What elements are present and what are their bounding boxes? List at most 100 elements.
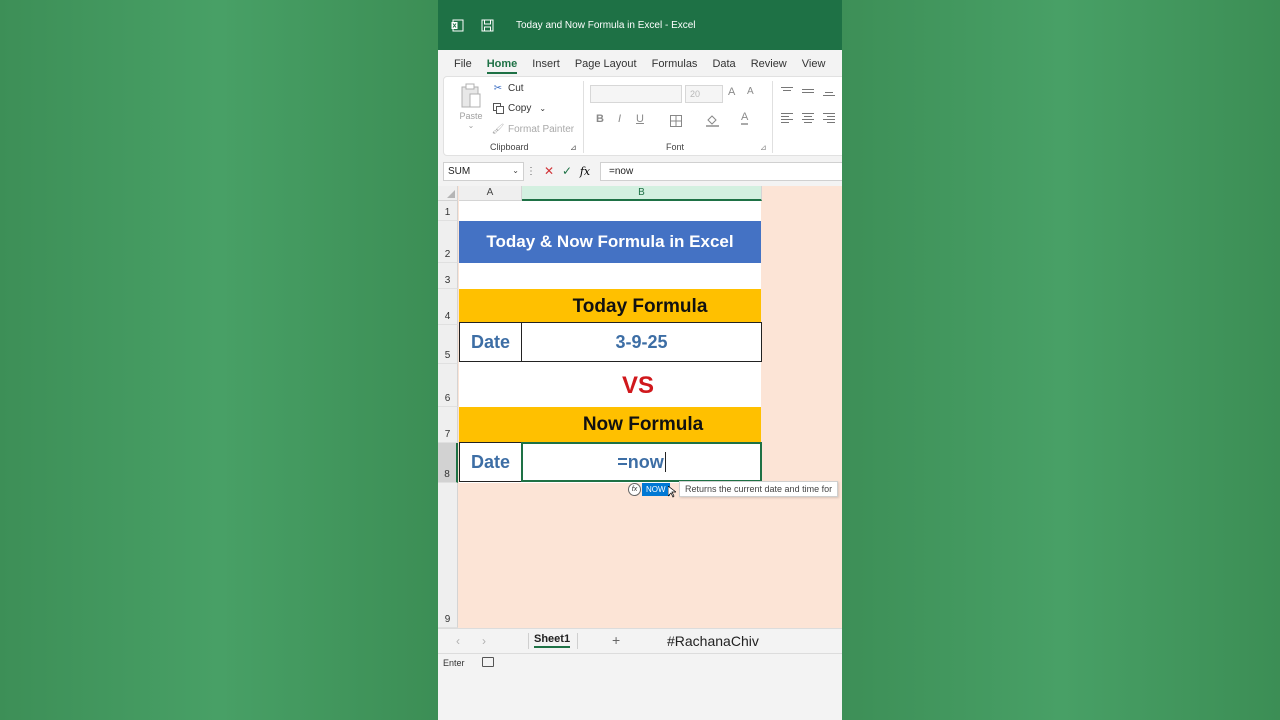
row-header-6[interactable]: 6 — [438, 364, 458, 407]
watermark-hashtag: #RachanaChiv — [667, 633, 759, 649]
row-header-4[interactable]: 4 — [438, 289, 458, 325]
ribbon: Paste ⌄ ✂ Cut Copy ⌄ 🖌 Format Painter Cl… — [443, 76, 842, 156]
select-all-button[interactable] — [438, 186, 458, 201]
cell-b2-title[interactable]: Today & Now Formula in Excel — [459, 221, 761, 263]
align-center-icon[interactable] — [802, 113, 814, 125]
accessibility-icon[interactable] — [482, 657, 494, 667]
cell-b7-now-formula[interactable]: Now Formula — [459, 407, 761, 443]
paste-icon — [460, 83, 482, 109]
next-sheet-icon[interactable]: › — [482, 634, 486, 648]
cut-label: Cut — [508, 82, 524, 94]
row-header-5[interactable]: 5 — [438, 325, 458, 364]
formula-autocomplete: fx NOW Returns the current date and time… — [628, 481, 839, 498]
sheet-tab-bar: ‹ › Sheet1 + #RachanaChiv — [438, 628, 842, 653]
tab-separator — [528, 633, 529, 649]
status-bar: Enter — [438, 653, 842, 671]
cell-a8-date[interactable]: Date — [459, 442, 522, 482]
font-size-box[interactable]: 20 — [685, 85, 723, 103]
formula-input[interactable]: =now — [600, 161, 842, 181]
format-painter-button[interactable]: 🖌 Format Painter — [492, 123, 574, 135]
paste-button[interactable]: Paste ⌄ — [456, 83, 486, 130]
align-middle-icon[interactable] — [802, 89, 814, 95]
copy-icon — [492, 102, 504, 114]
align-bottom-icon[interactable] — [823, 92, 835, 98]
insert-function-icon[interactable]: fx — [576, 165, 594, 178]
worksheet-grid: A B 1 2 3 4 5 6 7 8 9 Today & Now Formul… — [438, 186, 842, 628]
column-header-a[interactable]: A — [459, 186, 522, 201]
function-icon: fx — [628, 483, 641, 496]
font-name-box[interactable] — [590, 85, 682, 103]
status-mode: Enter — [443, 658, 465, 668]
chevron-down-icon: ⌄ — [467, 121, 475, 130]
title-bar: Today and Now Formula in Excel - Excel — [438, 0, 842, 50]
font-color-button[interactable]: A — [741, 111, 749, 125]
cell-b4-today-formula[interactable]: Today Formula — [459, 289, 761, 325]
row-header-2[interactable]: 2 — [438, 221, 458, 263]
prev-sheet-icon[interactable]: ‹ — [456, 634, 460, 648]
align-top-icon[interactable] — [781, 87, 793, 93]
copy-label: Copy — [508, 102, 532, 114]
clipboard-group-label: Clipboard — [490, 142, 529, 152]
excel-window: Today and Now Formula in Excel - Excel F… — [438, 0, 842, 720]
excel-logo-icon — [450, 18, 464, 32]
borders-icon[interactable] — [670, 114, 682, 132]
chevron-down-icon[interactable]: ⌄ — [512, 166, 519, 175]
cut-button[interactable]: ✂ Cut — [492, 82, 524, 94]
vs-text: VS — [621, 371, 654, 399]
align-right-icon[interactable] — [823, 113, 835, 125]
row-header-9[interactable]: 9 — [438, 483, 458, 628]
cell-b6-vs[interactable]: VS — [459, 364, 761, 407]
paintbrush-icon: 🖌 — [491, 123, 505, 135]
more-icon[interactable]: ⋮ — [526, 166, 536, 177]
tab-page-layout[interactable]: Page Layout — [575, 58, 637, 74]
cancel-icon[interactable]: ✕ — [540, 164, 558, 178]
dialog-launcher-icon[interactable]: ⊿ — [570, 143, 577, 152]
grow-font-button[interactable]: A — [728, 86, 735, 98]
sheet-tab-sheet1[interactable]: Sheet1 — [534, 633, 571, 648]
dialog-launcher-icon[interactable]: ⊿ — [760, 143, 767, 152]
font-group-label: Font — [666, 142, 685, 152]
row-header-8[interactable]: 8 — [438, 443, 458, 483]
row-header-7[interactable]: 7 — [438, 407, 458, 443]
tab-insert[interactable]: Insert — [532, 58, 560, 74]
function-tooltip: Returns the current date and time for — [679, 481, 839, 497]
fill-color-icon[interactable] — [706, 113, 719, 132]
tab-separator — [577, 633, 578, 649]
add-sheet-button[interactable]: + — [612, 632, 620, 648]
cell-b8-formula: =now — [617, 451, 664, 472]
name-box-value: SUM — [448, 165, 471, 177]
column-header-b[interactable]: B — [522, 186, 762, 201]
copy-button[interactable]: Copy ⌄ — [492, 102, 546, 114]
background-left — [0, 0, 438, 720]
tab-home[interactable]: Home — [486, 58, 517, 74]
text-cursor — [664, 452, 666, 472]
mouse-pointer-icon — [667, 485, 678, 500]
background-right — [842, 0, 1280, 720]
enter-icon[interactable]: ✓ — [558, 164, 576, 178]
shrink-font-button[interactable]: A — [747, 86, 754, 97]
ribbon-separator — [772, 81, 773, 153]
tab-formulas[interactable]: Formulas — [652, 58, 698, 74]
autocomplete-item-now[interactable]: NOW — [642, 483, 670, 496]
ribbon-separator — [583, 81, 584, 153]
cell-b8-active-editing[interactable]: =now — [521, 442, 762, 482]
tab-review[interactable]: Review — [751, 58, 787, 74]
today-formula-text: Today Formula — [572, 296, 708, 317]
tab-data[interactable]: Data — [712, 58, 735, 74]
save-icon[interactable] — [480, 18, 494, 32]
row-header-1[interactable]: 1 — [438, 201, 458, 221]
cell-a5-date[interactable]: Date — [459, 322, 522, 362]
formula-bar: SUM ⌄ ⋮ ✕ ✓ fx =now — [443, 161, 842, 181]
row-header-3[interactable]: 3 — [438, 263, 458, 289]
bold-button[interactable]: B — [596, 113, 604, 125]
align-left-icon[interactable] — [781, 113, 793, 125]
cell-b5-date-value[interactable]: 3-9-25 — [521, 322, 762, 362]
chevron-down-icon[interactable]: ⌄ — [539, 104, 546, 113]
underline-button[interactable]: U — [636, 113, 644, 125]
scissors-icon: ✂ — [493, 82, 503, 94]
tab-file[interactable]: File — [454, 58, 472, 74]
format-painter-label: Format Painter — [508, 123, 575, 135]
italic-button[interactable]: I — [618, 113, 621, 125]
tab-view[interactable]: View — [802, 58, 826, 74]
name-box[interactable]: SUM ⌄ — [443, 161, 524, 181]
